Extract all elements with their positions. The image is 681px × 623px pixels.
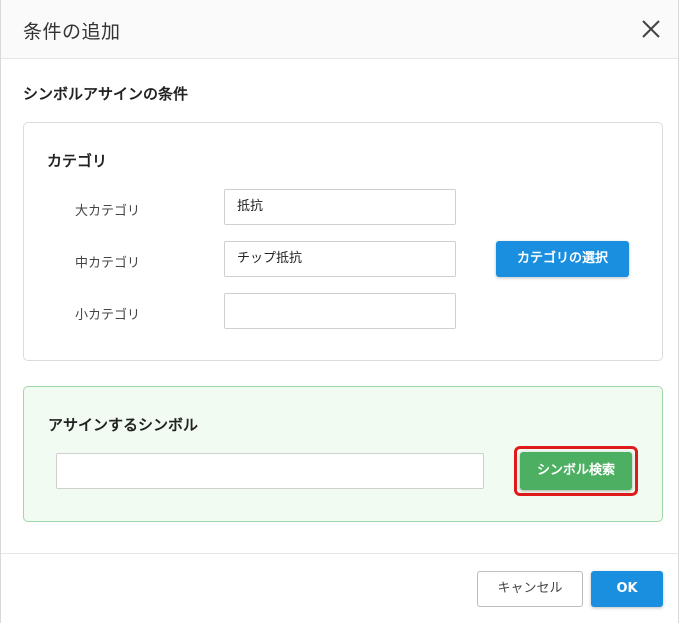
section-title: シンボルアサインの条件	[23, 85, 189, 103]
assign-symbol-input[interactable]	[56, 453, 484, 489]
dialog-title: 条件の追加	[23, 21, 121, 43]
small-category-input[interactable]	[224, 293, 456, 329]
category-panel: カテゴリ 大カテゴリ 抵抗 中カテゴリ チップ抵抗 小カテゴリ カテゴリの選択	[23, 122, 663, 361]
small-category-label: 小カテゴリ	[75, 308, 141, 323]
cancel-button[interactable]: キャンセル	[477, 571, 583, 607]
select-category-button[interactable]: カテゴリの選択	[496, 241, 629, 277]
symbol-search-highlight: シンボル検索	[514, 446, 638, 496]
category-title: カテゴリ	[47, 152, 108, 170]
large-category-label: 大カテゴリ	[75, 204, 141, 219]
dialog-header: 条件の追加	[1, 0, 678, 59]
add-condition-dialog: 条件の追加 シンボルアサインの条件 カテゴリ 大カテゴリ 抵抗 中カテゴリ チッ…	[0, 0, 679, 623]
ok-button[interactable]: OK	[591, 571, 663, 607]
footer-divider	[1, 553, 678, 554]
assign-symbol-title: アサインするシンボル	[48, 416, 199, 434]
symbol-search-button[interactable]: シンボル検索	[520, 452, 632, 490]
large-category-input[interactable]: 抵抗	[224, 189, 456, 225]
close-icon[interactable]	[640, 18, 662, 40]
middle-category-label: 中カテゴリ	[75, 256, 141, 271]
middle-category-input[interactable]: チップ抵抗	[224, 241, 456, 277]
